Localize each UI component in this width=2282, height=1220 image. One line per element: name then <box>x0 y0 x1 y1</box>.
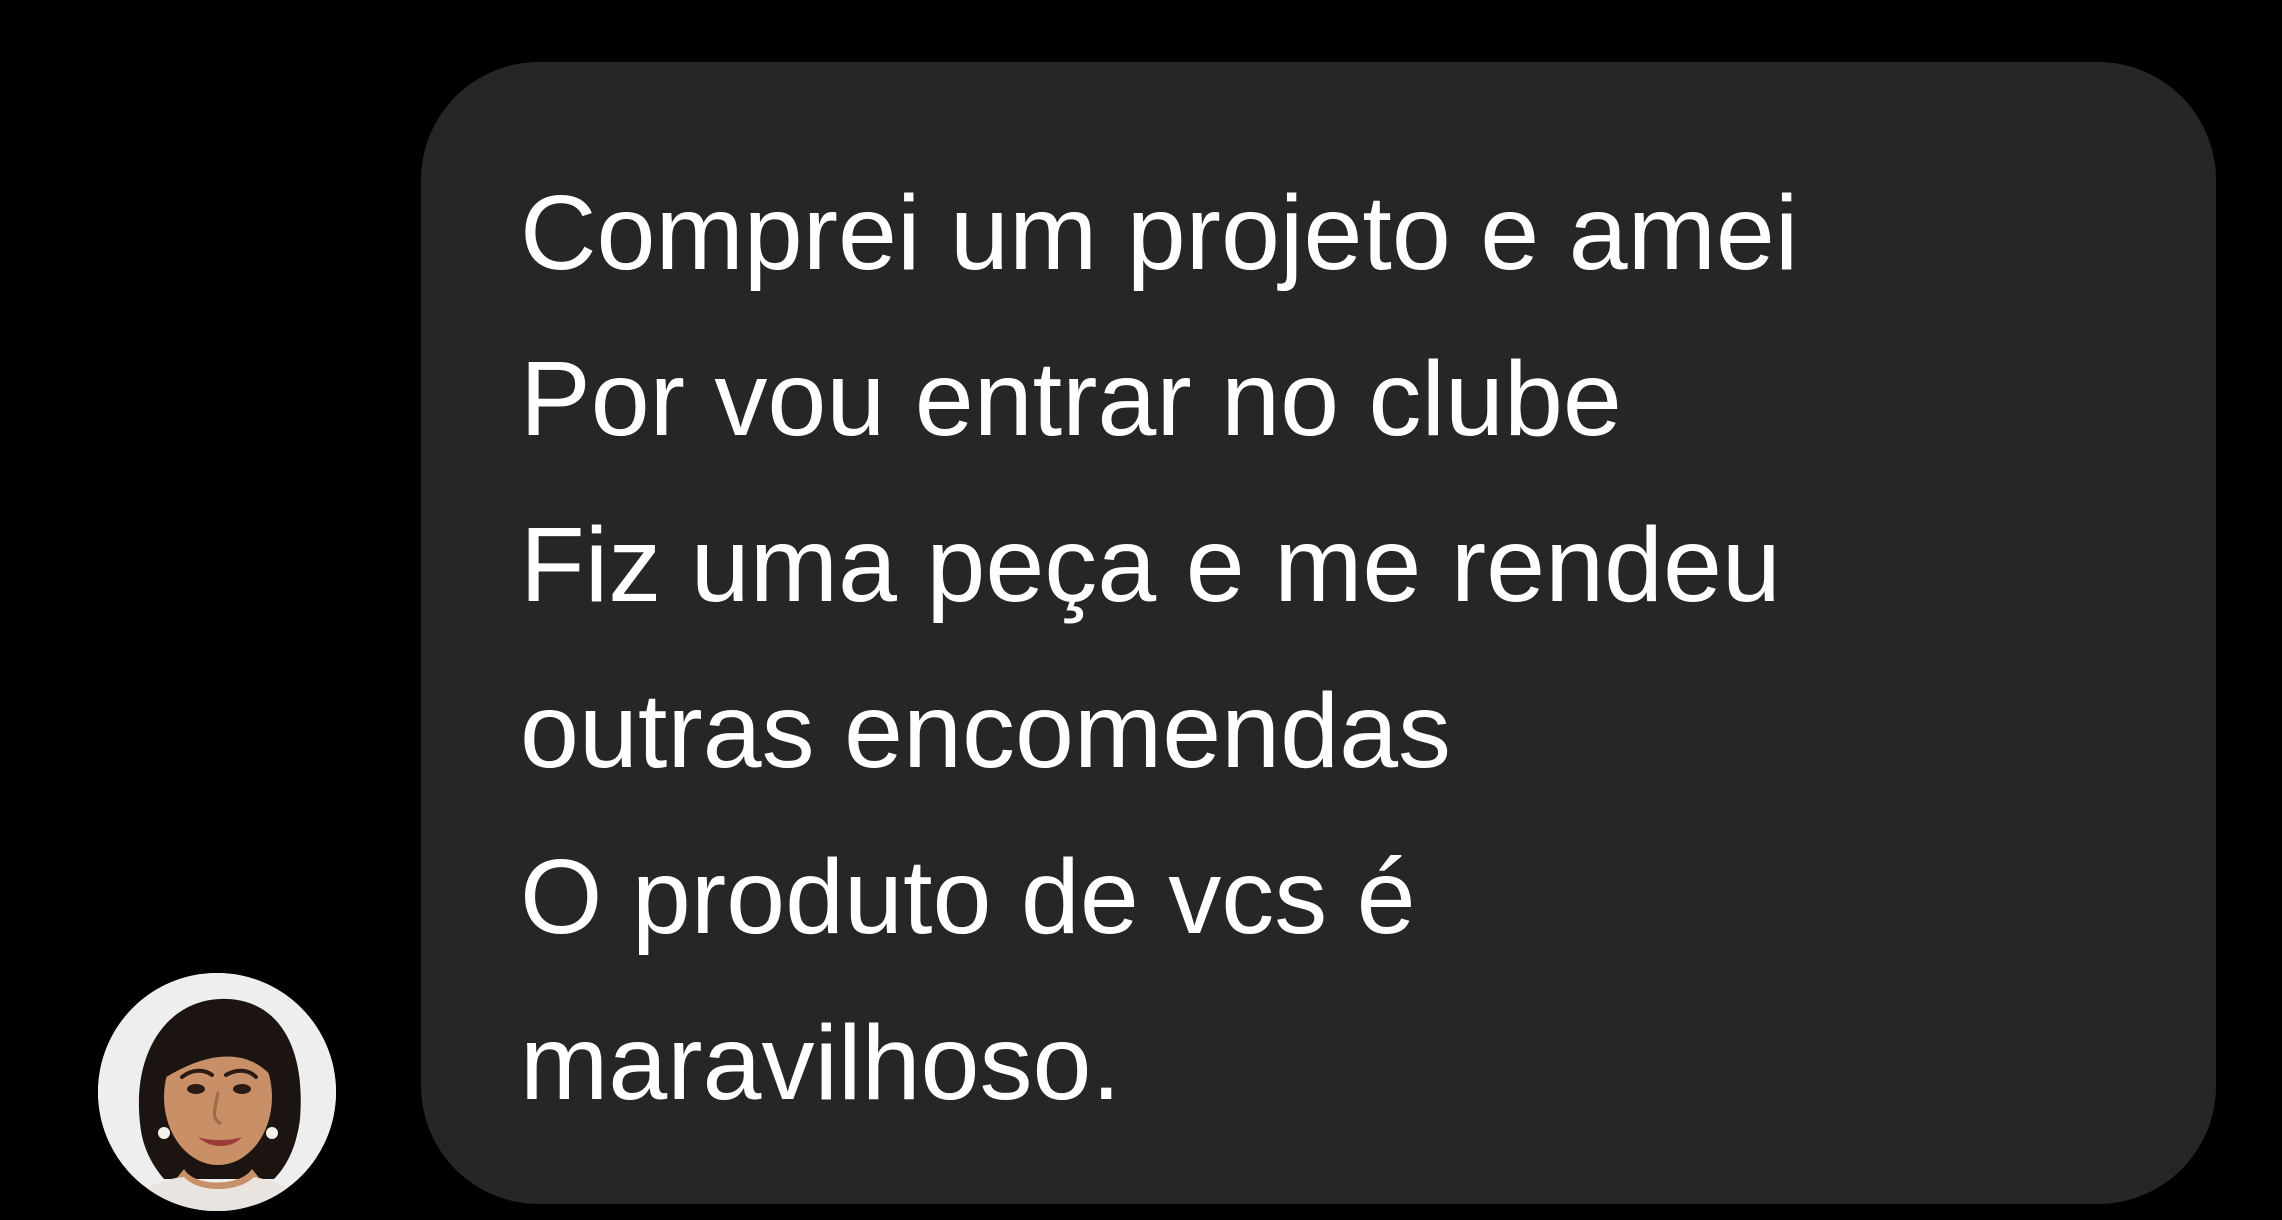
message-line: Por vou entrar no clube <box>520 340 1622 458</box>
message-line: Fiz uma peça e me rendeu <box>520 506 1781 624</box>
profile-photo-icon <box>98 973 336 1211</box>
sender-avatar[interactable] <box>98 973 336 1211</box>
chat-screen: Comprei um projeto e amei Por vou entrar… <box>0 0 2282 1220</box>
message-line: outras encomendas <box>520 672 1452 790</box>
message-line: Comprei um projeto e amei <box>520 174 1799 292</box>
message-line: maravilhoso. <box>520 1004 1121 1122</box>
message-line: O produto de vcs é <box>520 838 1416 956</box>
message-text: Comprei um projeto e amei Por vou entrar… <box>520 150 2170 1146</box>
